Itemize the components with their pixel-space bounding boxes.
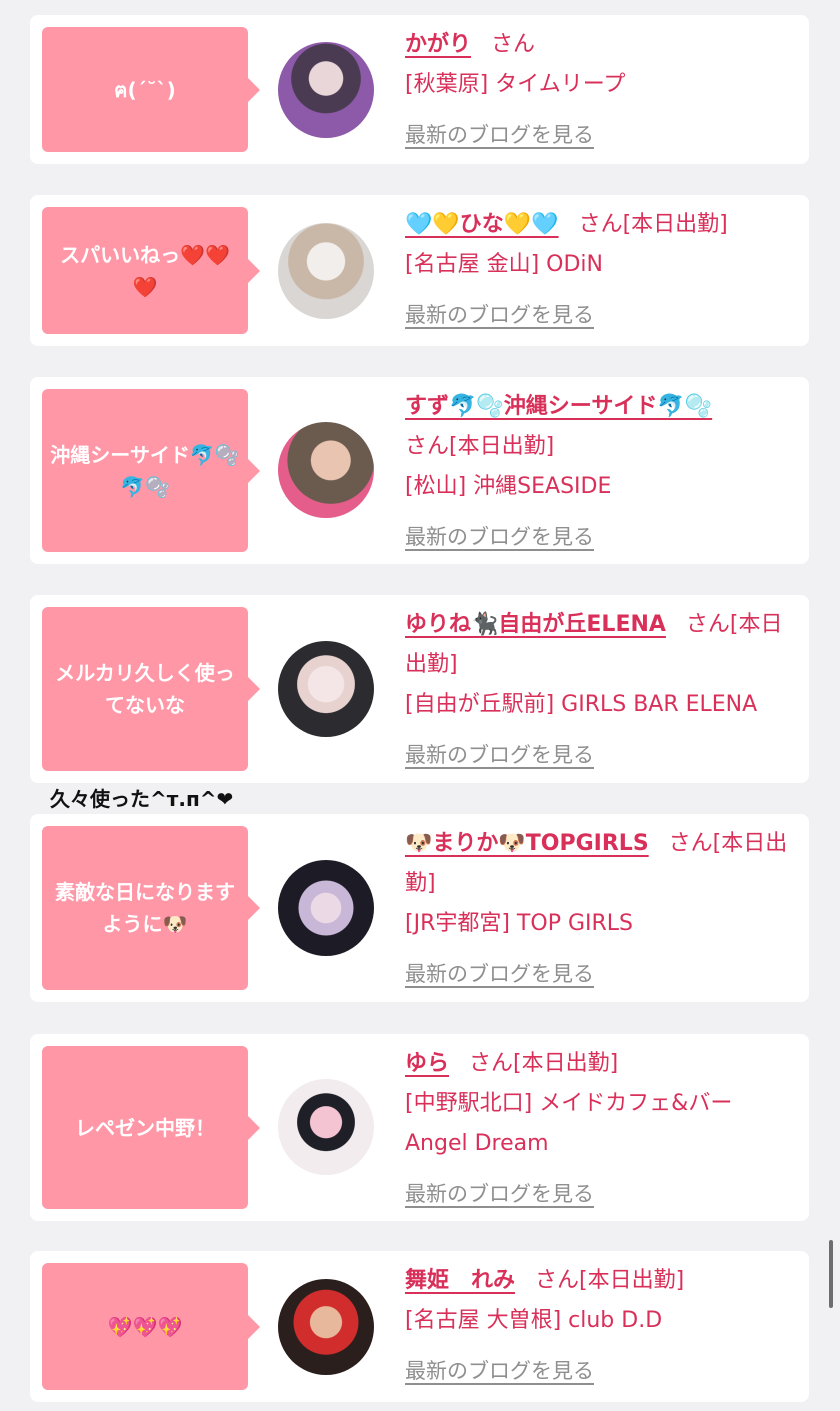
comment-text: スパいいねっ❤️❤️❤️ xyxy=(60,242,230,299)
avatar[interactable] xyxy=(278,1079,374,1175)
girl-name-link[interactable]: ゆら xyxy=(405,1051,449,1076)
blog-entry-card: レペゼン中野！ ゆら さん[本日出勤] [中野駅北口] メイドカフェ&バー Ang… xyxy=(30,1034,809,1221)
comment-bubble: レペゼン中野！ xyxy=(42,1046,260,1209)
honorific: さん[本日出勤] xyxy=(535,1268,685,1293)
blog-entry-card: メルカリ久しく使ってないな ゆりね🐈‍⬛自由が丘ELENA さん[本日出勤] [自… xyxy=(30,595,809,783)
shop-location: [JR宇都宮] TOP GIRLS xyxy=(405,911,633,936)
blog-entry-card: 💖💖💖 舞姫 れみ さん[本日出勤] [名古屋 大曽根] club D.D 最新の… xyxy=(30,1251,809,1402)
avatar[interactable] xyxy=(278,42,374,138)
shop-location: [秋葉原] タイムリープ xyxy=(405,72,626,97)
avatar[interactable] xyxy=(278,860,374,956)
comment-bubble: メルカリ久しく使ってないな xyxy=(42,607,260,771)
comment-bubble: 沖縄シーサイド🐬🫧🐬🫧 xyxy=(42,389,260,552)
comment-text: 💖💖💖 xyxy=(107,1314,183,1339)
honorific: さん[本日出勤] xyxy=(578,212,728,237)
comment-text: レペゼン中野！ xyxy=(75,1115,215,1140)
latest-blog-link[interactable]: 最新のブログを見る xyxy=(405,525,594,549)
comment-bubble: 💖💖💖 xyxy=(42,1263,260,1390)
avatar[interactable] xyxy=(278,641,374,737)
honorific: さん xyxy=(491,32,536,57)
girl-name-link[interactable]: 🩵💛ひな💛🩵 xyxy=(405,212,559,237)
girl-name-link[interactable]: かがり xyxy=(405,32,471,57)
avatar[interactable] xyxy=(278,223,374,319)
shop-location: [中野駅北口] メイドカフェ&バー Angel Dream xyxy=(405,1091,733,1156)
comment-bubble: ฅ(ˊ˘ˋ) xyxy=(42,27,260,152)
shop-location: [名古屋 大曽根] club D.D xyxy=(405,1308,663,1333)
avatar[interactable] xyxy=(278,1279,374,1375)
shop-location: [自由が丘駅前] GIRLS BAR ELENA xyxy=(405,692,758,717)
latest-blog-link[interactable]: 最新のブログを見る xyxy=(405,743,594,767)
latest-blog-link[interactable]: 最新のブログを見る xyxy=(405,123,594,147)
latest-blog-link[interactable]: 最新のブログを見る xyxy=(405,1359,594,1383)
comment-text: メルカリ久しく使ってないな xyxy=(55,661,235,717)
blog-entry-card: スパいいねっ❤️❤️❤️ 🩵💛ひな💛🩵 さん[本日出勤] [名古屋 金山] ODi… xyxy=(30,195,809,346)
latest-blog-link[interactable]: 最新のブログを見る xyxy=(405,1182,594,1206)
shop-location: [松山] 沖縄SEASIDE xyxy=(405,474,612,499)
honorific: さん[本日出勤] xyxy=(405,434,555,459)
latest-blog-link[interactable]: 最新のブログを見る xyxy=(405,962,594,986)
avatar[interactable] xyxy=(278,422,374,518)
girl-name-link[interactable]: 🐶まりか🐶TOPGIRLS xyxy=(405,831,649,856)
comment-text: 沖縄シーサイド🐬🫧🐬🫧 xyxy=(50,442,240,499)
honorific: さん[本日出勤] xyxy=(469,1051,619,1076)
shop-location: [名古屋 金山] ODiN xyxy=(405,252,603,277)
comment-text: 素敵な日になりますように🐶 xyxy=(55,880,235,936)
blog-entry-card: 沖縄シーサイド🐬🫧🐬🫧 すず🐬🫧沖縄シーサイド🐬🫧 さん[本日出勤] [松山] … xyxy=(30,377,809,564)
scrollbar[interactable] xyxy=(829,1240,833,1308)
comment-text: ฅ(ˊ˘ˋ) xyxy=(114,77,176,102)
girl-name-link[interactable]: ゆりね🐈‍⬛自由が丘ELENA xyxy=(405,612,666,637)
comment-bubble: スパいいねっ❤️❤️❤️ xyxy=(42,207,260,334)
caption-text: 久々使った^т.п^❤ xyxy=(50,787,234,811)
girl-name-link[interactable]: すず🐬🫧沖縄シーサイド🐬🫧 xyxy=(405,394,712,419)
girl-name-link[interactable]: 舞姫 れみ xyxy=(405,1268,515,1293)
comment-bubble: 素敵な日になりますように🐶 xyxy=(42,826,260,990)
blog-entry-card: 素敵な日になりますように🐶 🐶まりか🐶TOPGIRLS さん[本日出勤] [JR宇… xyxy=(30,814,809,1002)
blog-entry-card: ฅ(ˊ˘ˋ) かがり さん [秋葉原] タイムリープ 最新のブログを見る xyxy=(30,15,809,164)
latest-blog-link[interactable]: 最新のブログを見る xyxy=(405,303,594,327)
